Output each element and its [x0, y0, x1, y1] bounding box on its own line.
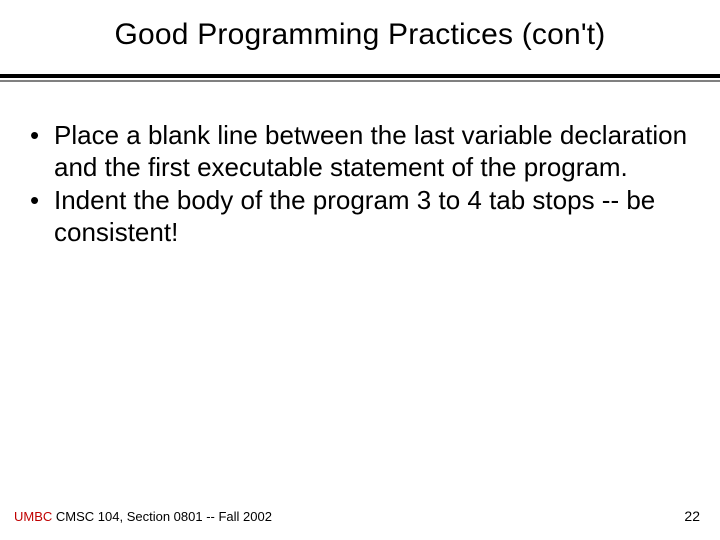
slide-body: Place a blank line between the last vari… [26, 120, 694, 251]
bullet-text: Place a blank line between the last vari… [54, 120, 687, 182]
bullet-text: Indent the body of the program 3 to 4 ta… [54, 185, 655, 247]
footer-course: CMSC 104, Section 0801 -- Fall 2002 [52, 509, 272, 524]
footer-left: UMBC CMSC 104, Section 0801 -- Fall 2002 [14, 509, 272, 524]
slide-title: Good Programming Practices (con't) [0, 18, 720, 52]
list-item: Place a blank line between the last vari… [26, 120, 694, 183]
title-divider [0, 74, 720, 82]
slide: Good Programming Practices (con't) Place… [0, 0, 720, 540]
page-number: 22 [684, 508, 700, 524]
bullet-list: Place a blank line between the last vari… [26, 120, 694, 249]
list-item: Indent the body of the program 3 to 4 ta… [26, 185, 694, 248]
footer-umbc: UMBC [14, 509, 52, 524]
